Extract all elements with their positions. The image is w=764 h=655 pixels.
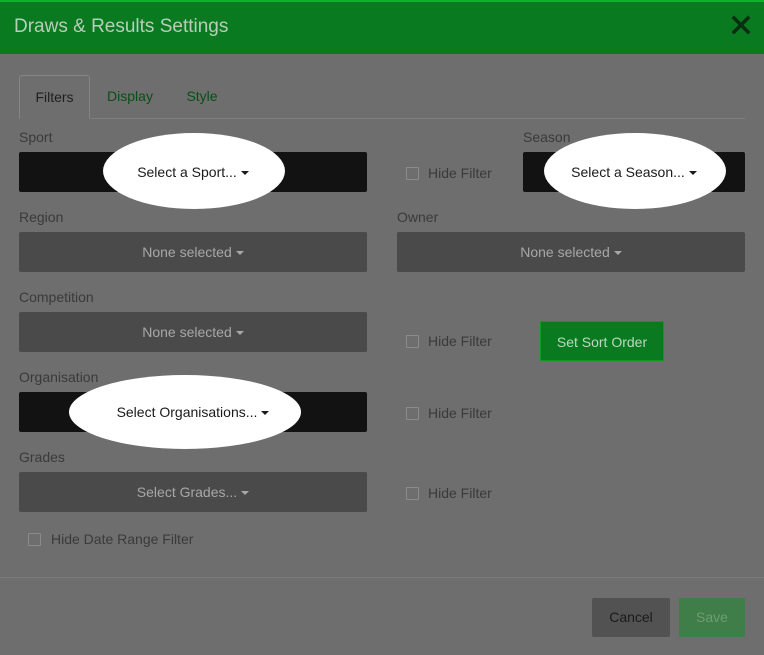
grades-dropdown-value: Select Grades...: [136, 484, 238, 500]
tab-display[interactable]: Display: [99, 75, 161, 118]
footer-divider: [0, 577, 764, 578]
season-dropdown-value: Select a Season...: [571, 164, 685, 180]
region-dropdown-value: None selected: [142, 244, 232, 260]
tab-style[interactable]: Style: [179, 75, 225, 118]
season-dropdown[interactable]: Select a Season...: [523, 133, 745, 209]
sport-label: Sport: [19, 129, 53, 145]
caret-down-icon: [261, 411, 270, 416]
hide-filter-organisation-checkbox[interactable]: [406, 407, 419, 420]
hide-date-range-label: Hide Date Range Filter: [51, 531, 194, 547]
hide-filter-competition-label: Hide Filter: [428, 333, 492, 349]
region-dropdown[interactable]: None selected: [19, 232, 367, 272]
owner-dropdown[interactable]: None selected: [397, 232, 745, 272]
caret-down-icon: [613, 251, 622, 256]
owner-dropdown-value: None selected: [520, 244, 610, 260]
competition-dropdown-value: None selected: [142, 324, 232, 340]
close-icon[interactable]: [730, 14, 752, 36]
cancel-button[interactable]: Cancel: [592, 598, 670, 637]
owner-label: Owner: [397, 209, 439, 225]
hide-filter-grades-label: Hide Filter: [428, 485, 492, 501]
caret-down-icon: [235, 251, 244, 256]
dialog-title: Draws & Results Settings: [14, 16, 229, 37]
hide-filter-grades-checkbox[interactable]: [406, 487, 419, 500]
grades-label: Grades: [19, 449, 65, 465]
sport-dropdown[interactable]: Select a Sport...: [19, 133, 367, 209]
caret-down-icon: [241, 491, 250, 496]
season-label: Season: [523, 129, 571, 145]
hide-filter-sport-checkbox[interactable]: [406, 167, 419, 180]
region-label: Region: [19, 209, 64, 225]
grades-dropdown[interactable]: Select Grades...: [19, 472, 367, 512]
hide-filter-competition-checkbox[interactable]: [406, 335, 419, 348]
set-sort-order-button[interactable]: Set Sort Order: [540, 321, 664, 361]
organisation-dropdown-value: Select Organisations...: [116, 404, 258, 420]
tab-filters[interactable]: Filters: [19, 75, 90, 119]
organisation-dropdown[interactable]: Select Organisations...: [19, 375, 367, 449]
save-button[interactable]: Save: [679, 598, 745, 637]
hide-filter-sport-label: Hide Filter: [428, 165, 492, 181]
organisation-label: Organisation: [19, 369, 99, 385]
dialog-header: Draws & Results Settings: [0, 0, 764, 54]
tab-bar: Filters Display Style: [19, 75, 745, 119]
hide-date-range-checkbox[interactable]: [28, 533, 41, 546]
caret-down-icon: [688, 171, 697, 176]
hide-filter-organisation-label: Hide Filter: [428, 405, 492, 421]
sport-dropdown-value: Select a Sport...: [137, 164, 237, 180]
caret-down-icon: [240, 171, 249, 176]
competition-label: Competition: [19, 289, 94, 305]
competition-dropdown[interactable]: None selected: [19, 312, 367, 352]
caret-down-icon: [235, 331, 244, 336]
